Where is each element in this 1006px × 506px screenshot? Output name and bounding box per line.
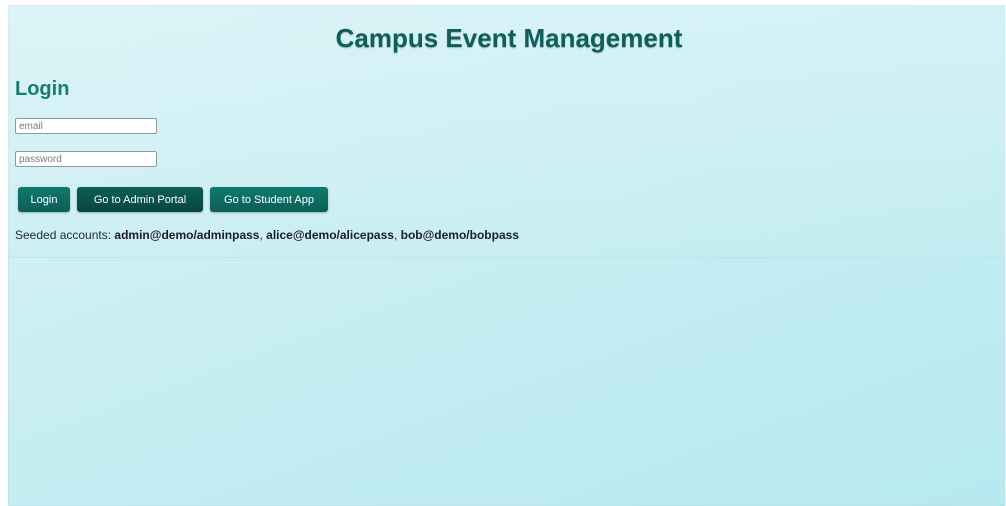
login-button[interactable]: Login: [18, 187, 70, 212]
password-input[interactable]: [15, 151, 157, 167]
student-app-button[interactable]: Go to Student App: [210, 187, 328, 212]
seeded-accounts-label: Seeded accounts:: [15, 228, 115, 242]
login-heading: Login: [15, 78, 70, 100]
page-viewport: Campus Event Management Login Login Go t…: [8, 5, 1005, 506]
seeded-accounts: Seeded accounts: admin@demo/adminpass, a…: [15, 228, 519, 242]
admin-portal-button[interactable]: Go to Admin Portal: [77, 187, 203, 212]
email-input[interactable]: [15, 118, 157, 134]
app-title: Campus Event Management: [335, 23, 683, 53]
app-container: Campus Event Management Login Login Go t…: [8, 5, 1005, 257]
seeded-account: alice@demo/alicepass: [266, 228, 394, 242]
seeded-account: bob@demo/bobpass: [400, 228, 519, 242]
seeded-separator: ,: [393, 228, 401, 242]
seeded-account: admin@demo/adminpass: [114, 228, 260, 242]
